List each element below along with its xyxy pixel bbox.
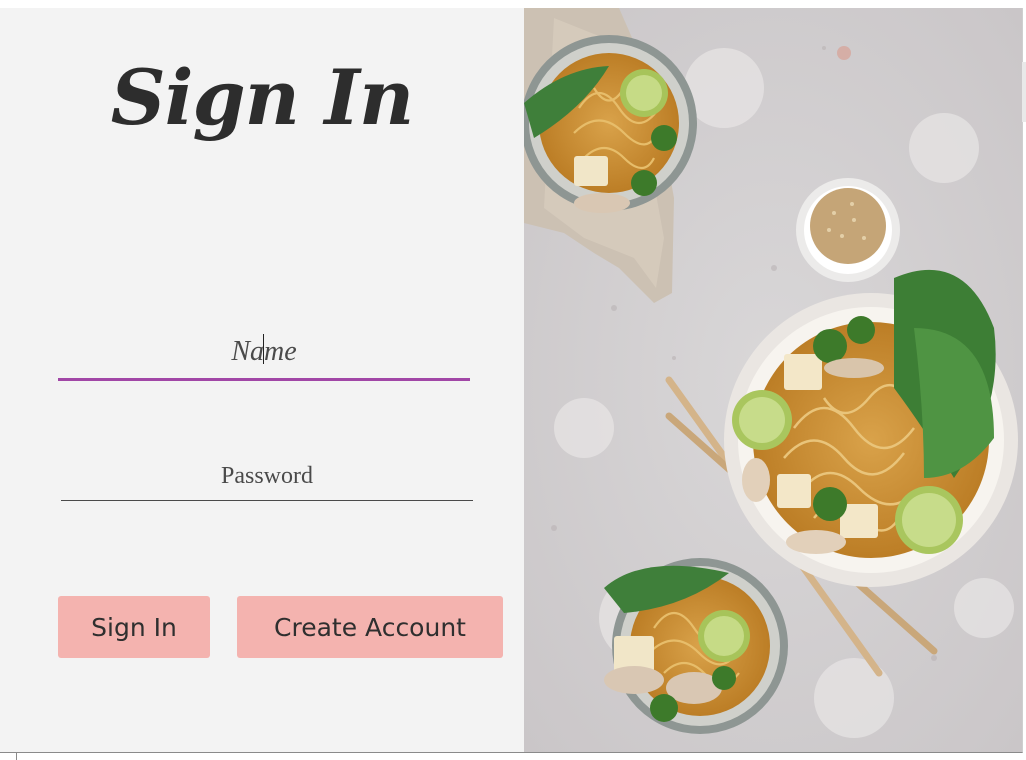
sign-in-window: Sign In Sign In Create Account <box>0 8 1023 753</box>
sign-in-button[interactable]: Sign In <box>58 596 210 658</box>
text-caret <box>263 334 264 364</box>
name-input[interactable] <box>58 326 470 381</box>
background-window-edge <box>1022 62 1026 122</box>
create-account-button[interactable]: Create Account <box>237 596 503 658</box>
hero-image <box>524 8 1022 752</box>
window-edge <box>16 752 17 760</box>
ramen-bowls-photo <box>524 8 1022 752</box>
sign-in-panel: Sign In Sign In Create Account <box>0 8 524 752</box>
page-title: Sign In <box>110 53 414 142</box>
password-input[interactable] <box>61 452 473 501</box>
